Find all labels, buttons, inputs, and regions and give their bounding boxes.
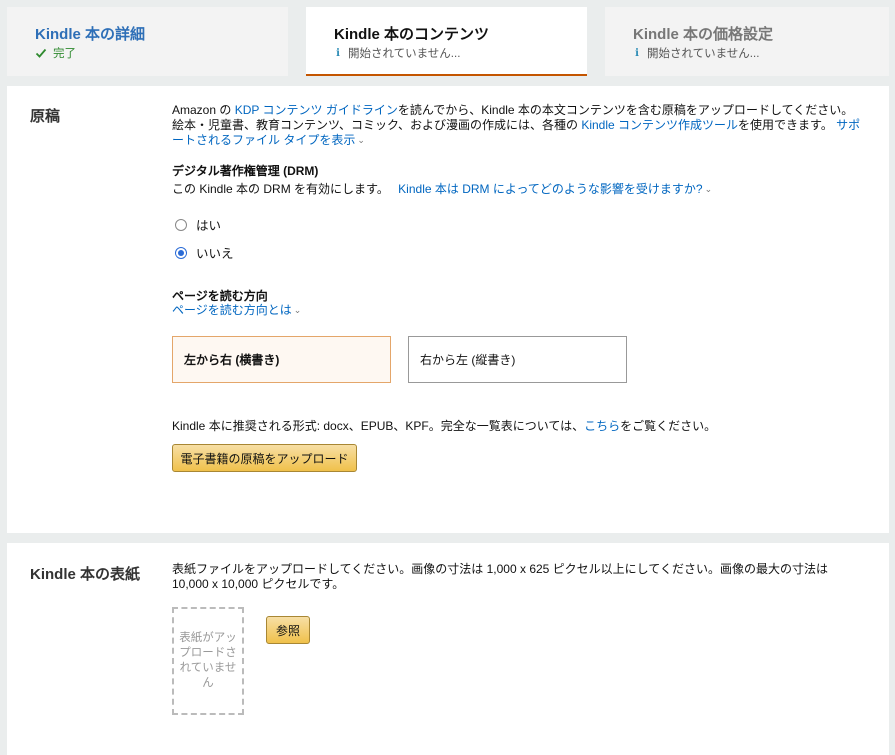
- chevron-down-icon: ⌄: [293, 305, 302, 315]
- tab-status-text: 開始されていません...: [647, 48, 760, 60]
- drm-help-link[interactable]: Kindle 本は DRM によってどのような影響を受けますか? ⌄: [398, 182, 712, 196]
- tab-status-text: 完了: [53, 48, 76, 60]
- check-icon: [35, 48, 47, 58]
- formats-text: Kindle 本に推奨される形式: docx、EPUB、KPF。完全な一覧表につ…: [172, 419, 585, 433]
- chevron-down-icon: ⌄: [357, 135, 365, 145]
- cover-description: 表紙ファイルをアップロードしてください。画像の寸法は 1,000 x 625 ピ…: [172, 562, 828, 591]
- drm-help-label: Kindle 本は DRM によってどのような影響を受けますか?: [398, 182, 703, 196]
- tab-status: i 開始されていません...: [334, 45, 460, 61]
- kdp-guidelines-link[interactable]: KDP コンテンツ ガイドライン: [235, 103, 398, 117]
- drm-question-line: この Kindle 本の DRM を有効にします。 Kindle 本は DRM …: [172, 180, 712, 197]
- manuscript-title: 原稿: [30, 108, 61, 125]
- manuscript-description: Amazon の KDP コンテンツ ガイドラインを読んでから、Kindle 本…: [172, 103, 862, 149]
- drm-heading: デジタル著作権管理 (DRM): [172, 164, 319, 178]
- cover-title: Kindle 本の表紙: [30, 566, 141, 583]
- tab-kindle-details[interactable]: Kindle 本の詳細 完了: [7, 7, 288, 76]
- direction-label: 右から左 (縦書き): [420, 353, 516, 367]
- info-icon: i: [336, 47, 340, 59]
- info-icon: i: [635, 47, 639, 59]
- page-direction-help: ページを読む方向とは ⌄: [172, 301, 301, 318]
- direction-label: 左から右 (横書き): [184, 353, 280, 367]
- tab-title: Kindle 本の詳細: [35, 26, 146, 43]
- drm-option-no[interactable]: いいえ: [175, 243, 234, 262]
- tab-title: Kindle 本の価格設定: [633, 26, 774, 43]
- cover-section: Kindle 本の表紙 表紙ファイルをアップロードしてください。画像の寸法は 1…: [7, 543, 889, 755]
- formats-list-link[interactable]: こちら: [584, 419, 620, 433]
- tab-status-text: 開始されていません...: [348, 48, 461, 60]
- cover-placeholder: 表紙がアップロードされていません: [172, 607, 244, 715]
- desc-text: Amazon の: [172, 103, 235, 117]
- content-tools-link[interactable]: Kindle コンテンツ作成ツール: [581, 118, 738, 132]
- direction-right-to-left[interactable]: 右から左 (縦書き): [408, 336, 627, 383]
- drm-option-yes[interactable]: はい: [175, 215, 221, 234]
- tab-status: 完了: [35, 45, 76, 61]
- drm-question: この Kindle 本の DRM を有効にします。: [172, 182, 389, 196]
- radio-button-selected[interactable]: [175, 246, 187, 259]
- page-direction-help-label: ページを読む方向とは: [172, 303, 292, 317]
- upload-manuscript-button[interactable]: 電子書籍の原稿をアップロード: [172, 444, 357, 472]
- radio-label: はい: [196, 219, 222, 233]
- formats-text: をご覧ください。: [620, 419, 717, 433]
- manuscript-section: 原稿 Amazon の KDP コンテンツ ガイドラインを読んでから、Kindl…: [7, 86, 889, 533]
- browse-button[interactable]: 参照: [266, 616, 310, 644]
- tab-kindle-content[interactable]: Kindle 本のコンテンツ i 開始されていません...: [306, 7, 587, 76]
- chevron-down-icon: ⌄: [704, 184, 713, 194]
- page-direction-help-link[interactable]: ページを読む方向とは ⌄: [172, 303, 301, 317]
- tab-title: Kindle 本のコンテンツ: [334, 26, 490, 43]
- direction-left-to-right[interactable]: 左から右 (横書き): [172, 336, 391, 383]
- desc-text: を使用できます。: [738, 118, 833, 132]
- radio-button-unselected[interactable]: [175, 218, 187, 231]
- tab-kindle-pricing[interactable]: Kindle 本の価格設定 i 開始されていません...: [605, 7, 889, 76]
- tab-status: i 開始されていません...: [633, 45, 759, 61]
- recommended-formats: Kindle 本に推奨される形式: docx、EPUB、KPF。完全な一覧表につ…: [172, 417, 716, 434]
- radio-label: いいえ: [196, 247, 234, 261]
